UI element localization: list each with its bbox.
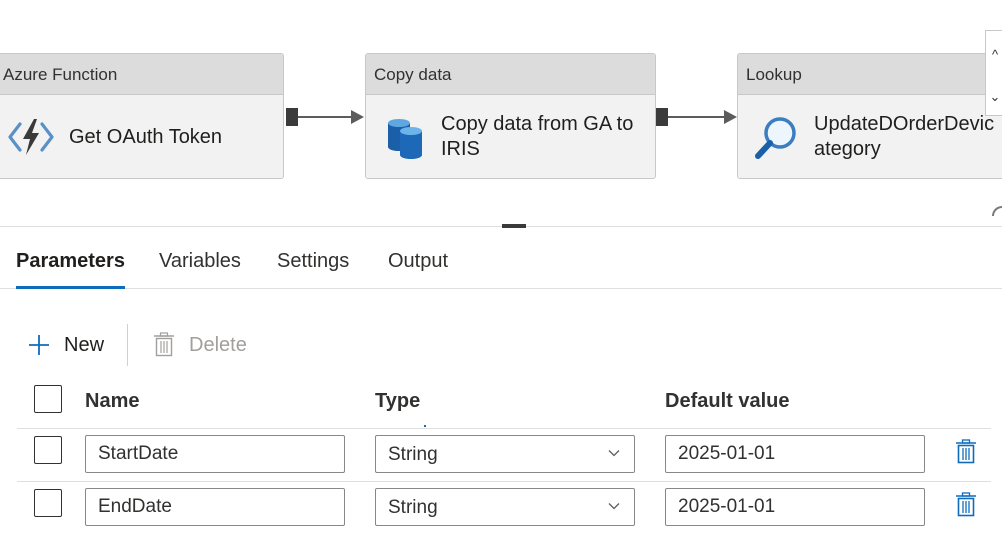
new-parameter-button[interactable]: New xyxy=(27,322,104,368)
zoom-controls: ^ ⌄ xyxy=(985,30,1002,116)
zoom-in-button[interactable]: ^ xyxy=(986,45,1002,65)
tab-parameters[interactable]: Parameters xyxy=(16,250,125,289)
zoom-out-button[interactable]: ⌄ xyxy=(986,87,1002,107)
select-value: String xyxy=(388,444,438,465)
azure-function-icon xyxy=(8,119,54,155)
select-value: String xyxy=(388,497,438,518)
trash-icon[interactable] xyxy=(955,492,977,518)
connector-line xyxy=(668,116,725,118)
chevron-down-icon xyxy=(608,503,620,510)
activity-body: Get OAuth Token xyxy=(0,95,283,178)
parameters-toolbar: New Delete xyxy=(0,322,1002,368)
activity-azure-function[interactable]: Azure Function Get OAuth Token xyxy=(0,53,284,179)
activity-name: Get OAuth Token xyxy=(69,125,223,148)
chevron-down-icon xyxy=(608,450,620,457)
activity-type-label: Copy data xyxy=(366,54,655,95)
connector-arrow xyxy=(351,110,364,124)
table-row: StartDate String 2025-01-01 xyxy=(17,429,991,482)
tab-settings[interactable]: Settings xyxy=(277,250,349,288)
pipeline-canvas[interactable]: Azure Function Get OAuth Token Copy data xyxy=(0,0,1002,226)
select-all-checkbox[interactable] xyxy=(34,385,62,413)
focus-indicator xyxy=(424,425,426,427)
grid-header-row: Name Type Default value xyxy=(17,372,991,429)
tab-variables[interactable]: Variables xyxy=(159,250,241,288)
activity-body: UpdateDOrderDevic ategory xyxy=(738,95,1002,178)
output-port[interactable] xyxy=(286,108,298,126)
toolbar-divider xyxy=(127,324,128,366)
panel-splitter xyxy=(0,226,1002,227)
connector-arrow xyxy=(724,110,737,124)
column-header-default-value: Default value xyxy=(665,390,790,412)
activity-lookup[interactable]: Lookup UpdateDOrderDevic ategory xyxy=(737,53,1002,179)
parameter-name-input[interactable]: EndDate xyxy=(85,488,345,526)
activity-copy-data[interactable]: Copy data Copy data from GA to IRIS xyxy=(365,53,656,179)
table-row: EndDate String 2025-01-01 xyxy=(17,482,991,534)
parameter-name-input[interactable]: StartDate xyxy=(85,435,345,473)
properties-tabs: Parameters Variables Settings Output xyxy=(0,242,1002,289)
plus-icon xyxy=(29,335,49,355)
parameters-grid: Name Type Default value StartDate String… xyxy=(17,372,991,534)
activity-body: Copy data from GA to IRIS xyxy=(366,95,655,178)
connector-line xyxy=(298,116,352,118)
trash-icon[interactable] xyxy=(955,439,977,465)
pipeline-editor: Azure Function Get OAuth Token Copy data xyxy=(0,0,1002,534)
trash-icon xyxy=(154,332,174,357)
activity-name: UpdateDOrderDevic ategory xyxy=(814,113,995,160)
row-checkbox[interactable] xyxy=(34,489,62,517)
parameter-type-select[interactable]: String xyxy=(375,435,635,473)
new-button-label: New xyxy=(64,333,105,356)
magnifier-icon xyxy=(755,117,796,159)
column-header-type: Type xyxy=(375,390,421,412)
row-checkbox[interactable] xyxy=(34,436,62,464)
default-value-input[interactable]: 2025-01-01 xyxy=(665,435,925,473)
splitter-handle[interactable] xyxy=(502,224,526,228)
database-icon xyxy=(388,119,422,159)
tab-output[interactable]: Output xyxy=(388,250,448,288)
column-header-name: Name xyxy=(85,390,140,412)
delete-button-label: Delete xyxy=(189,333,247,356)
activity-type-label: Azure Function xyxy=(0,54,283,95)
activity-type-label: Lookup xyxy=(738,54,1002,95)
default-value-input[interactable]: 2025-01-01 xyxy=(665,488,925,526)
delete-parameter-button[interactable]: Delete xyxy=(153,322,247,368)
output-port[interactable] xyxy=(656,108,668,126)
parameter-type-select[interactable]: String xyxy=(375,488,635,526)
activity-name: Copy data from GA to IRIS xyxy=(441,113,634,160)
canvas-scroll-indicator xyxy=(992,206,1002,216)
